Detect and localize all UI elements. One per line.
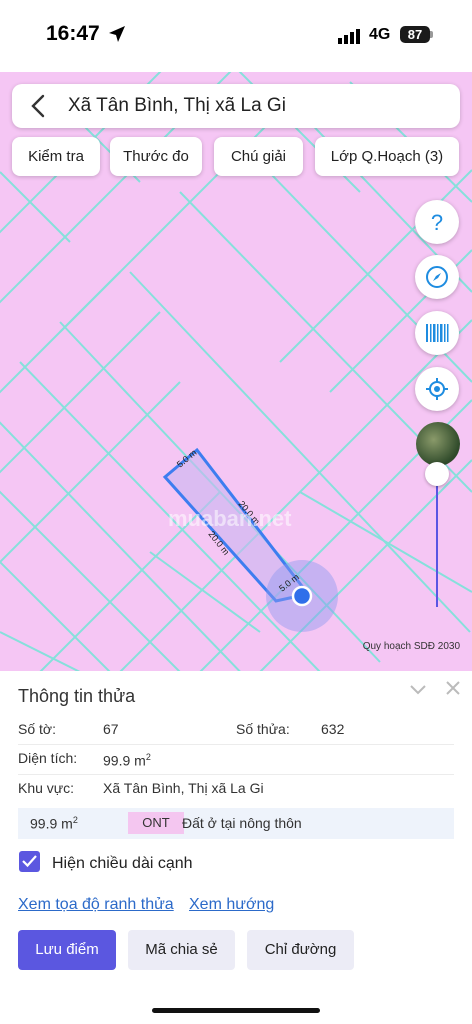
opacity-slider-knob[interactable] [425, 462, 449, 486]
panel-title: Thông tin thửa [18, 686, 136, 706]
checkmark-icon [22, 855, 37, 868]
chevron-down-icon[interactable] [409, 683, 427, 697]
help-button[interactable]: ? [415, 200, 459, 244]
compass-icon [426, 266, 448, 288]
zone-name: Đất ở tại nông thôn [182, 815, 302, 831]
current-location-dot [291, 585, 313, 607]
view-boundary-coords-link[interactable]: Xem tọa độ ranh thửa [18, 896, 174, 914]
close-icon[interactable] [446, 681, 460, 695]
signal-icon [338, 29, 360, 44]
battery-icon: 87 [400, 26, 430, 43]
parcel-info-panel: Thông tin thửa Số tờ: 67 Số thửa: 632 Di… [0, 671, 472, 1024]
svg-text:?: ? [431, 210, 443, 234]
watermark: muaban.net [168, 506, 292, 531]
location-title: Xã Tân Bình, Thị xã La Gi [68, 95, 286, 116]
divider [18, 774, 454, 775]
so-to-value: 67 [103, 721, 119, 737]
chip-kiem-tra[interactable]: Kiểm tra [12, 137, 100, 176]
khu-vuc-value: Xã Tân Bình, Thị xã La Gi [103, 780, 264, 796]
satellite-layer-thumbnail[interactable] [416, 422, 460, 466]
so-thua-value: 632 [321, 721, 345, 737]
save-point-button[interactable]: Lưu điểm [18, 930, 116, 970]
status-bar: 16:47 4G 87 [0, 0, 472, 72]
chip-thuoc-do[interactable]: Thước đo [110, 137, 202, 176]
battery-cap [430, 31, 433, 38]
view-direction-link[interactable]: Xem hướng [189, 896, 274, 914]
show-edge-length-label[interactable]: Hiện chiều dài cạnh [52, 855, 193, 873]
map-caption: Quy hoạch SDĐ 2030 [362, 641, 460, 652]
barcode-icon [426, 324, 449, 342]
directions-button[interactable]: Chỉ đường [247, 930, 354, 970]
back-icon[interactable] [28, 94, 50, 118]
zoning-row: 99.9 m2 ONT Đất ở tại nông thôn [18, 808, 454, 839]
status-time: 16:47 [46, 22, 100, 45]
search-bar[interactable]: Xã Tân Bình, Thị xã La Gi [12, 84, 460, 128]
network-type: 4G [369, 26, 391, 43]
divider [18, 744, 454, 745]
crosshair-icon [426, 378, 448, 400]
opacity-slider-track[interactable] [436, 475, 438, 607]
share-code-button[interactable]: Mã chia sẻ [128, 930, 235, 970]
dien-tich-label: Diện tích: [18, 750, 78, 766]
chip-chu-giai[interactable]: Chú giải [214, 137, 303, 176]
locate-button[interactable] [415, 367, 459, 411]
question-icon: ? [431, 210, 443, 234]
zone-area: 99.9 m2 [30, 815, 78, 832]
location-arrow-icon [109, 26, 125, 42]
so-thua-label: Số thửa: [236, 721, 290, 737]
home-indicator [152, 1008, 320, 1013]
barcode-button[interactable] [415, 311, 459, 355]
so-to-label: Số tờ: [18, 721, 56, 737]
khu-vuc-label: Khu vực: [18, 780, 75, 796]
zone-code-badge: ONT [128, 812, 184, 834]
chip-lop-quy-hoach[interactable]: Lớp Q.Hoạch (3) [315, 137, 459, 176]
show-edge-length-checkbox[interactable] [19, 851, 40, 872]
dien-tich-value: 99.9 m2 [103, 752, 151, 769]
compass-button[interactable] [415, 255, 459, 299]
